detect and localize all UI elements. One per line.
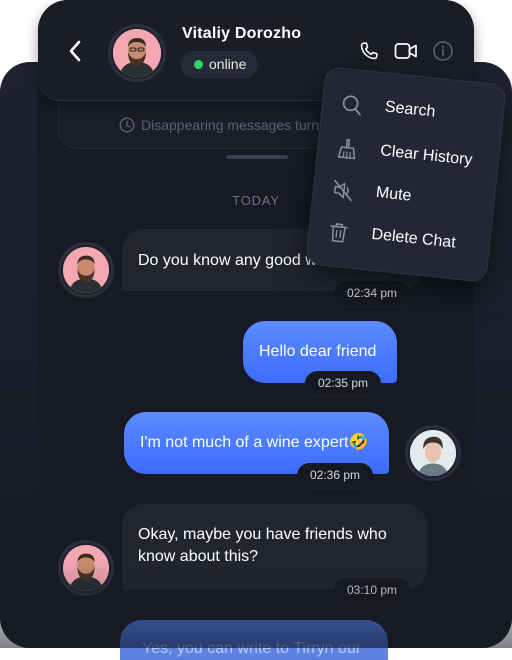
trash-icon [327,220,351,244]
avatar [58,242,114,298]
phone-icon[interactable] [358,40,380,62]
message-text-line-1: Okay, maybe you have friends who [138,526,387,543]
clock-icon [119,117,135,133]
message-text-line-2: know about this? [138,548,259,565]
menu-item-delete-chat[interactable]: Delete Chat [326,214,479,265]
video-camera-icon[interactable] [394,40,418,62]
user-avatar-image [410,430,456,476]
contact-avatar-image [113,29,161,77]
message-timestamp: 02:36 pm [297,463,374,488]
message-text: I'm not much of a wine expert🤣 [140,434,369,451]
contact-avatar-image [63,247,109,293]
info-icon[interactable] [432,40,454,62]
muted-speaker-icon [331,178,355,202]
avatar[interactable] [108,24,166,82]
message-timestamp: 03:10 pm [334,578,411,603]
contact-name: Vitaliy Dorozho [182,25,302,42]
drag-handle[interactable] [226,155,288,159]
contact-avatar-image [63,545,109,591]
menu-item-label: Delete Chat [370,225,457,252]
online-indicator [194,60,203,69]
message-text: Hello dear friend [259,343,377,360]
back-arrow-icon[interactable] [64,36,86,66]
message-timestamp: 02:34 pm [334,281,411,306]
broom-icon [335,137,359,161]
message-bubble-outgoing[interactable]: Yes, you can write to Tirryn our [120,620,388,660]
avatar [58,540,114,596]
message-text: Yes, you can write to Tirryn our [142,640,362,657]
menu-item-search[interactable]: Search [339,87,492,138]
status-text: online [209,56,247,72]
message-timestamp: 02:35 pm [305,371,382,396]
chat-options-menu: Search Clear History Mute Delete Chat [305,66,507,283]
menu-item-label: Mute [375,184,413,205]
status-badge: online [181,51,259,78]
menu-item-label: Clear History [379,142,474,169]
search-icon [340,93,364,117]
menu-item-label: Search [384,98,437,121]
avatar [405,425,461,481]
